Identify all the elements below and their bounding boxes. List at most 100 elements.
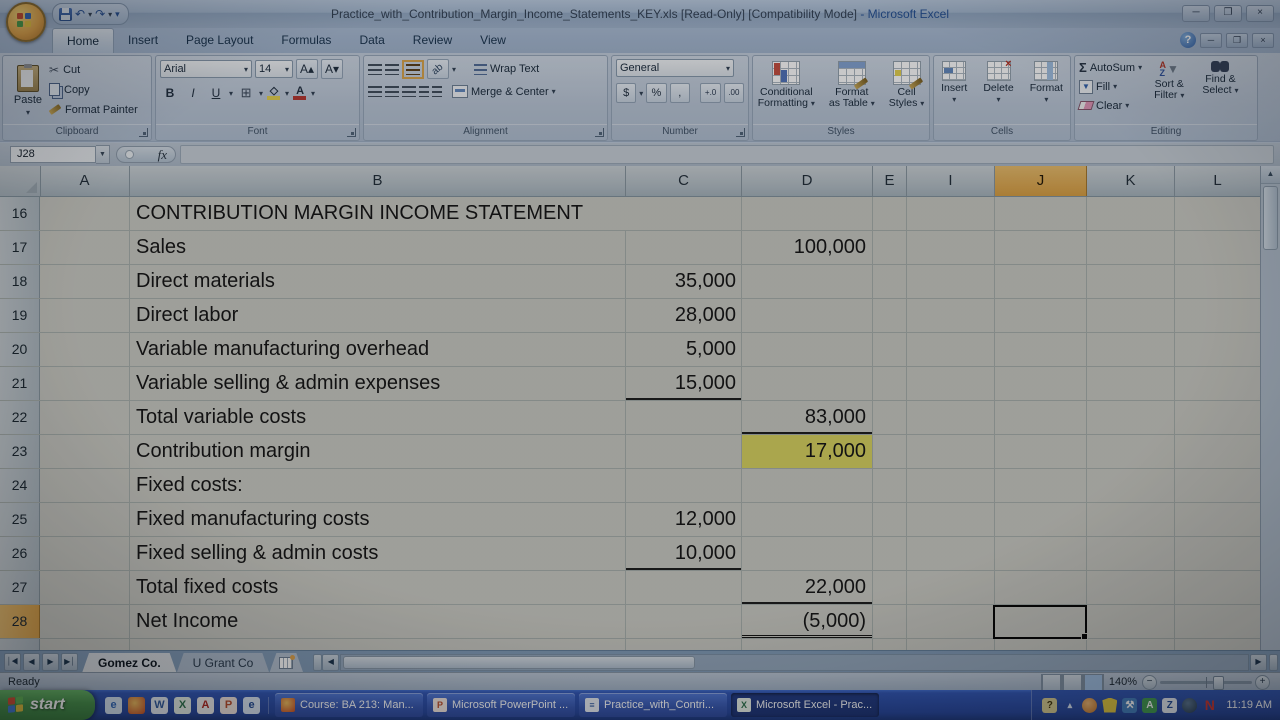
align-bottom-icon[interactable] (406, 64, 420, 75)
col-header-K[interactable]: K (1087, 166, 1175, 196)
tab-page-layout[interactable]: Page Layout (172, 28, 267, 53)
sheet-tab-ugrant[interactable]: U Grant Co (177, 653, 270, 673)
shrink-font-icon[interactable]: A▾ (321, 59, 343, 79)
align-left-icon[interactable] (368, 86, 382, 97)
row-header-29[interactable] (0, 639, 40, 650)
row-header-27[interactable]: 27 (0, 571, 40, 604)
tab-split-handle[interactable] (313, 654, 322, 671)
col-header-E[interactable]: E (873, 166, 907, 196)
copy-button[interactable]: Copy (49, 81, 138, 98)
name-box-dropdown-icon[interactable]: ▼ (96, 145, 110, 164)
cell-B26[interactable]: Fixed selling & admin costs (130, 537, 625, 570)
next-sheet-icon[interactable]: ▶ (42, 653, 59, 671)
decrease-indent-icon[interactable] (419, 86, 429, 97)
split-box-handle[interactable] (1269, 654, 1278, 671)
find-select-button[interactable]: Find &Select ▾ (1196, 59, 1244, 121)
help-icon[interactable]: ? (1180, 32, 1196, 48)
tab-formulas[interactable]: Formulas (267, 28, 345, 53)
vertical-scroll-thumb[interactable] (1263, 186, 1278, 250)
browser-icon[interactable]: e (243, 697, 260, 714)
col-header-B[interactable]: B (130, 166, 626, 196)
tab-home[interactable]: Home (52, 28, 114, 53)
security-shield-icon[interactable] (1102, 698, 1117, 713)
autosum-button[interactable]: Σ AutoSum▾ (1079, 59, 1142, 76)
zoom-out-icon[interactable]: − (1142, 675, 1157, 690)
internet-explorer-icon[interactable]: e (105, 697, 122, 714)
dialog-launcher-icon[interactable] (139, 128, 148, 137)
increase-indent-icon[interactable] (432, 86, 442, 97)
firefox-icon[interactable] (128, 697, 145, 714)
messenger-tray-icon[interactable] (1082, 698, 1097, 713)
format-painter-button[interactable]: Format Painter (49, 101, 138, 118)
increase-decimal-icon[interactable]: +.0 (700, 83, 720, 103)
cell-B23[interactable]: Contribution margin (130, 435, 625, 468)
delete-cells-button[interactable]: × Delete▾ (977, 59, 1019, 121)
comma-format-icon[interactable]: , (670, 83, 690, 103)
row-header-22[interactable]: 22 (0, 401, 40, 434)
close-button[interactable]: × (1246, 5, 1274, 22)
cell-B22[interactable]: Total variable costs (130, 401, 625, 434)
task-button-powerpoint[interactable]: P Microsoft PowerPoint ... (427, 693, 575, 717)
insert-cells-button[interactable]: Insert▾ (935, 59, 973, 121)
col-header-A[interactable]: A (40, 166, 130, 196)
select-all-corner[interactable] (0, 166, 41, 196)
row-header-28-selected[interactable]: 28 (0, 605, 40, 638)
format-cells-button[interactable]: Format▾ (1024, 59, 1069, 121)
help-tray-icon[interactable]: ? (1042, 698, 1057, 713)
start-button[interactable]: start (0, 690, 95, 720)
cell-C19[interactable]: 28,000 (626, 299, 741, 332)
cell-B25[interactable]: Fixed manufacturing costs (130, 503, 625, 536)
workbook-minimize-button[interactable]: ─ (1200, 33, 1222, 48)
col-header-J[interactable]: J (995, 166, 1087, 196)
cell-B17[interactable]: Sales (130, 231, 625, 264)
formula-input[interactable] (180, 145, 1274, 164)
row-header-25[interactable]: 25 (0, 503, 40, 536)
cell-B28[interactable]: Net Income (130, 605, 625, 638)
row-header-16[interactable]: 16 (0, 197, 40, 230)
cell-styles-button[interactable]: CellStyles ▾ (883, 59, 931, 121)
insert-worksheet-tab[interactable] (269, 653, 303, 673)
row-header-26[interactable]: 26 (0, 537, 40, 570)
grid-row-17[interactable]: 17 Sales 100,000 (0, 231, 1280, 265)
borders-icon[interactable]: ⊞ (236, 84, 256, 102)
last-sheet-icon[interactable]: ▶⏐ (61, 653, 78, 671)
task-button-firefox-course[interactable]: Course: BA 213: Man... (275, 693, 423, 717)
align-top-icon[interactable] (368, 64, 382, 75)
dialog-launcher-icon[interactable] (347, 128, 356, 137)
office-button[interactable] (6, 2, 46, 42)
workbook-close-button[interactable]: × (1252, 33, 1274, 48)
col-header-I[interactable]: I (907, 166, 995, 196)
first-sheet-icon[interactable]: ⏐◀ (4, 653, 21, 671)
cell-B21[interactable]: Variable selling & admin expenses (130, 367, 625, 400)
zoom-level[interactable]: 140% (1109, 676, 1137, 688)
restore-button[interactable]: ❐ (1214, 5, 1242, 22)
font-color-icon[interactable]: A (292, 85, 308, 101)
row-header-24[interactable]: 24 (0, 469, 40, 502)
cell-D22[interactable]: 83,000 (742, 401, 872, 434)
grid-row-18[interactable]: 18 Direct materials 35,000 (0, 265, 1280, 299)
cell-D23-highlighted[interactable]: 17,000 (742, 435, 872, 468)
fill-color-icon[interactable]: ◇ (266, 85, 282, 101)
taskbar-clock[interactable]: 11:19 AM (1226, 699, 1272, 711)
prev-sheet-icon[interactable]: ◀ (23, 653, 40, 671)
format-as-table-button[interactable]: Formatas Table ▾ (823, 59, 881, 121)
cell-C21[interactable]: 15,000 (626, 367, 741, 400)
col-header-D[interactable]: D (742, 166, 873, 196)
selected-cell-J28[interactable] (993, 605, 1087, 639)
row-header-17[interactable]: 17 (0, 231, 40, 264)
show-hidden-icons-icon[interactable]: ▴ (1062, 698, 1077, 713)
underline-button[interactable]: U (206, 84, 226, 102)
percent-format-icon[interactable]: % (646, 83, 666, 103)
cell-B19[interactable]: Direct labor (130, 299, 625, 332)
page-break-view-icon[interactable] (1083, 674, 1104, 691)
dialog-launcher-icon[interactable] (736, 128, 745, 137)
clear-button[interactable]: Clear▾ (1079, 97, 1142, 114)
grow-font-icon[interactable]: A▴ (296, 59, 318, 79)
zoom-in-icon[interactable]: + (1255, 675, 1270, 690)
font-name-combo[interactable]: Arial▾ (160, 60, 252, 78)
wrap-text-button[interactable] (474, 64, 487, 75)
grid-row-19[interactable]: 19 Direct labor 28,000 (0, 299, 1280, 333)
align-right-icon[interactable] (402, 86, 416, 97)
insert-function-button[interactable]: fx (116, 146, 176, 163)
cell-B27[interactable]: Total fixed costs (130, 571, 625, 604)
